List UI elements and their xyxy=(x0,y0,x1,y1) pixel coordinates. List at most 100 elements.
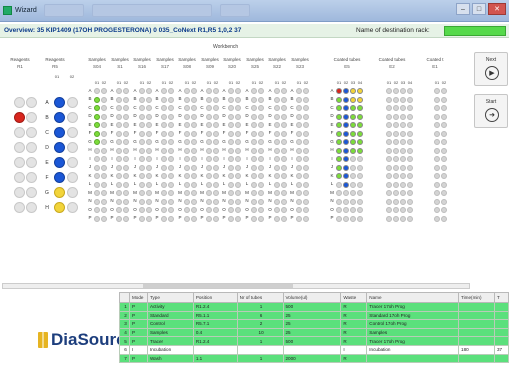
sample-well[interactable] xyxy=(168,190,174,196)
coated-tube-well[interactable] xyxy=(407,156,413,162)
sample-well[interactable] xyxy=(123,190,129,196)
sample-well[interactable] xyxy=(274,130,280,137)
sample-well[interactable] xyxy=(296,190,302,196)
sample-well[interactable] xyxy=(101,164,107,171)
coated-tube-well[interactable] xyxy=(386,122,392,128)
coated-tube-well[interactable] xyxy=(343,215,349,222)
sample-well[interactable] xyxy=(139,96,145,103)
sample-well[interactable] xyxy=(101,88,107,94)
sample-well[interactable] xyxy=(116,105,122,111)
sample-well[interactable] xyxy=(146,190,152,196)
sample-well[interactable] xyxy=(161,139,167,145)
sample-well[interactable] xyxy=(281,113,287,120)
coated-tube-well[interactable] xyxy=(336,156,342,162)
sample-well[interactable] xyxy=(296,88,302,94)
sample-well[interactable] xyxy=(206,190,212,196)
coated-tube-well[interactable] xyxy=(350,190,356,196)
sample-well[interactable] xyxy=(146,139,152,145)
coated-tube-well[interactable] xyxy=(393,198,399,205)
sample-well[interactable] xyxy=(303,113,309,120)
coated-tube-well[interactable] xyxy=(407,181,413,188)
sample-well[interactable] xyxy=(206,122,212,128)
sample-well[interactable] xyxy=(281,130,287,137)
sample-well[interactable] xyxy=(101,96,107,103)
sample-well[interactable] xyxy=(258,130,264,137)
sample-well[interactable] xyxy=(116,139,122,145)
sample-well[interactable] xyxy=(281,181,287,188)
reagent-well[interactable] xyxy=(54,187,65,198)
sample-well[interactable] xyxy=(94,88,100,94)
sample-well[interactable] xyxy=(184,105,190,111)
table-column-header[interactable]: Type xyxy=(146,292,194,303)
sample-well[interactable] xyxy=(228,96,234,103)
coated-tube-well[interactable] xyxy=(400,164,406,171)
sample-well[interactable] xyxy=(296,147,302,154)
coated-tube-well[interactable] xyxy=(343,198,349,205)
sample-well[interactable] xyxy=(161,198,167,205)
table-column-header[interactable]: Mode xyxy=(128,292,148,303)
coated-tube-well[interactable] xyxy=(441,198,447,205)
coated-tube-well[interactable] xyxy=(407,190,413,196)
sample-well[interactable] xyxy=(123,164,129,171)
coated-tube-well[interactable] xyxy=(400,181,406,188)
coated-tube-well[interactable] xyxy=(441,173,447,179)
coated-tube-well[interactable] xyxy=(357,173,363,179)
sample-well[interactable] xyxy=(101,215,107,222)
sample-well[interactable] xyxy=(184,130,190,137)
sample-well[interactable] xyxy=(161,164,167,171)
sample-well[interactable] xyxy=(228,198,234,205)
coated-tube-well[interactable] xyxy=(350,96,356,103)
sample-well[interactable] xyxy=(235,207,241,213)
sample-well[interactable] xyxy=(296,105,302,111)
sample-well[interactable] xyxy=(184,207,190,213)
coated-tube-well[interactable] xyxy=(336,147,342,154)
sample-well[interactable] xyxy=(303,207,309,213)
coated-tube-well[interactable] xyxy=(386,181,392,188)
sample-well[interactable] xyxy=(191,190,197,196)
sample-well[interactable] xyxy=(116,190,122,196)
sample-well[interactable] xyxy=(258,190,264,196)
coated-tube-well[interactable] xyxy=(350,215,356,222)
sample-well[interactable] xyxy=(281,173,287,179)
coated-tube-well[interactable] xyxy=(434,190,440,196)
sample-well[interactable] xyxy=(228,173,234,179)
coated-tube-well[interactable] xyxy=(357,156,363,162)
coated-tube-well[interactable] xyxy=(434,164,440,171)
sample-well[interactable] xyxy=(213,164,219,171)
sample-well[interactable] xyxy=(123,88,129,94)
sample-well[interactable] xyxy=(281,122,287,128)
coated-tube-well[interactable] xyxy=(400,105,406,111)
coated-tube-well[interactable] xyxy=(400,156,406,162)
coated-tube-well[interactable] xyxy=(350,105,356,111)
coated-tube-well[interactable] xyxy=(441,96,447,103)
sample-well[interactable] xyxy=(101,139,107,145)
sample-well[interactable] xyxy=(228,190,234,196)
sample-well[interactable] xyxy=(206,113,212,120)
sample-well[interactable] xyxy=(94,130,100,137)
sample-well[interactable] xyxy=(228,88,234,94)
coated-tube-well[interactable] xyxy=(393,215,399,222)
sample-well[interactable] xyxy=(228,122,234,128)
sample-well[interactable] xyxy=(206,147,212,154)
sample-well[interactable] xyxy=(251,207,257,213)
sample-well[interactable] xyxy=(94,96,100,103)
sample-well[interactable] xyxy=(258,207,264,213)
coated-tube-well[interactable] xyxy=(400,139,406,145)
sample-well[interactable] xyxy=(235,122,241,128)
coated-tube-well[interactable] xyxy=(350,130,356,137)
reagent-well[interactable] xyxy=(67,142,78,153)
coated-tube-well[interactable] xyxy=(336,181,342,188)
sample-well[interactable] xyxy=(235,147,241,154)
coated-tube-well[interactable] xyxy=(336,215,342,222)
sample-well[interactable] xyxy=(184,139,190,145)
sample-well[interactable] xyxy=(123,96,129,103)
sample-well[interactable] xyxy=(251,181,257,188)
reagent-well[interactable] xyxy=(67,202,78,213)
sample-well[interactable] xyxy=(191,139,197,145)
sample-well[interactable] xyxy=(184,96,190,103)
sample-well[interactable] xyxy=(303,181,309,188)
sample-well[interactable] xyxy=(258,122,264,128)
sample-well[interactable] xyxy=(101,130,107,137)
sample-well[interactable] xyxy=(146,207,152,213)
coated-tube-well[interactable] xyxy=(407,113,413,120)
